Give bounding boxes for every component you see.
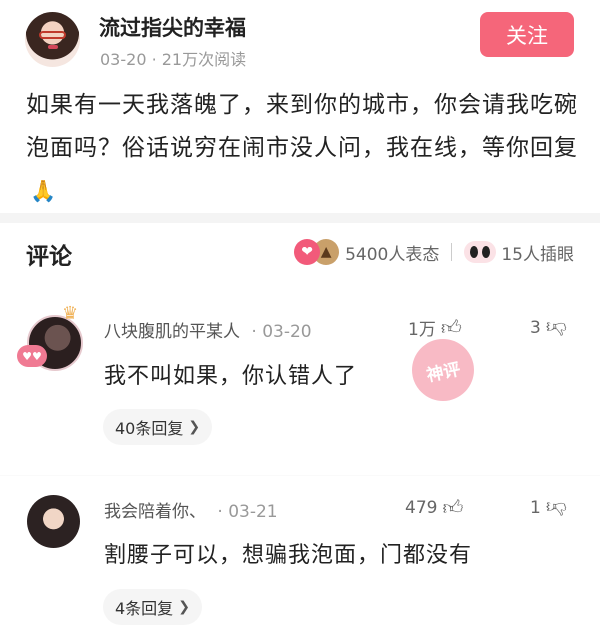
view-replies-button[interactable]: 40条回复 ❯ — [103, 409, 213, 445]
like-button[interactable]: 1万 👍︎ — [408, 315, 462, 340]
commenter-name[interactable]: 我会陪着你、 · 03-21 — [104, 497, 278, 522]
reaction-separator — [451, 243, 453, 261]
comment-text: 割腰子可以，想骗我泡面，门都没有 — [104, 543, 473, 568]
dislike-count: 3 — [530, 317, 541, 338]
lips-shape — [48, 45, 58, 49]
dislike-count: 1 — [530, 497, 541, 518]
comments-title: 评论 — [26, 244, 72, 270]
commenter-name-text: 我会陪着你、 — [104, 502, 206, 522]
thumbs-up-icon: 👍︎ — [442, 495, 464, 519]
comment-date-text: 03-20 — [262, 322, 312, 342]
glasses-shape — [39, 31, 66, 39]
chevron-right-icon: ❯ — [178, 599, 190, 615]
like-button[interactable]: 479 👍︎ — [405, 495, 463, 520]
comment-text: 我不叫如果，你认错人了 — [104, 364, 358, 389]
hot-comment-stamp: 神评 — [406, 333, 480, 407]
comment-date: · 03-21 — [217, 502, 278, 522]
post-header: 流过指尖的幸福 03-20 · 21万次阅读 关注 — [0, 0, 600, 80]
view-replies-button[interactable]: 4条回复 ❯ — [103, 589, 202, 625]
author-name[interactable]: 流过指尖的幸福 — [99, 12, 246, 42]
author-avatar[interactable] — [25, 12, 80, 67]
reaction-count: 5400人表态 — [345, 244, 440, 265]
dislike-button[interactable]: 1 👍︎ — [530, 495, 567, 520]
thumbs-down-icon: 👍︎ — [545, 316, 567, 340]
watch-count: 15人插眼 — [501, 244, 574, 265]
chevron-right-icon: ❯ — [188, 419, 201, 435]
reactions-bar[interactable]: ❤ ▲ 5400人表态 15人插眼 — [294, 238, 574, 266]
comment-date: · 03-20 — [251, 322, 312, 342]
post-body: 如果有一天我落魄了，来到你的城市，你会请我吃碗泡面吗？俗话说穷在闹市没人问，我在… — [26, 84, 581, 213]
thumbs-up-icon: 👍︎ — [440, 315, 462, 339]
comment-divider — [0, 475, 600, 476]
reply-count: 4条回复 — [115, 599, 174, 618]
like-count: 479 — [405, 497, 438, 518]
avatar-badge-icon: ♥♥ — [17, 345, 47, 367]
like-count: 1万 — [408, 320, 436, 340]
dislike-button[interactable]: 3 👍︎ — [530, 315, 567, 340]
commenter-avatar[interactable] — [27, 495, 80, 548]
section-divider — [0, 213, 600, 223]
heart-reaction-icon: ❤ — [294, 239, 321, 265]
crown-icon: ♛ — [62, 303, 79, 324]
commenter-name[interactable]: 八块腹肌的平某人 · 03-20 — [104, 317, 312, 342]
thumbs-down-icon: 👍︎ — [545, 496, 567, 520]
comment-date-text: 03-21 — [228, 502, 278, 522]
follow-button[interactable]: 关注 — [480, 12, 574, 57]
post-text: 如果有一天我落魄了，来到你的城市，你会请我吃碗泡面吗？俗话说穷在闹市没人问，我在… — [26, 92, 578, 161]
reply-count: 40条回复 — [115, 419, 184, 438]
commenter-name-text: 八块腹肌的平某人 — [104, 322, 240, 342]
post-meta: 03-20 · 21万次阅读 — [100, 50, 247, 69]
pray-icon: 🙏 — [30, 179, 58, 203]
eyes-icon — [464, 241, 497, 263]
